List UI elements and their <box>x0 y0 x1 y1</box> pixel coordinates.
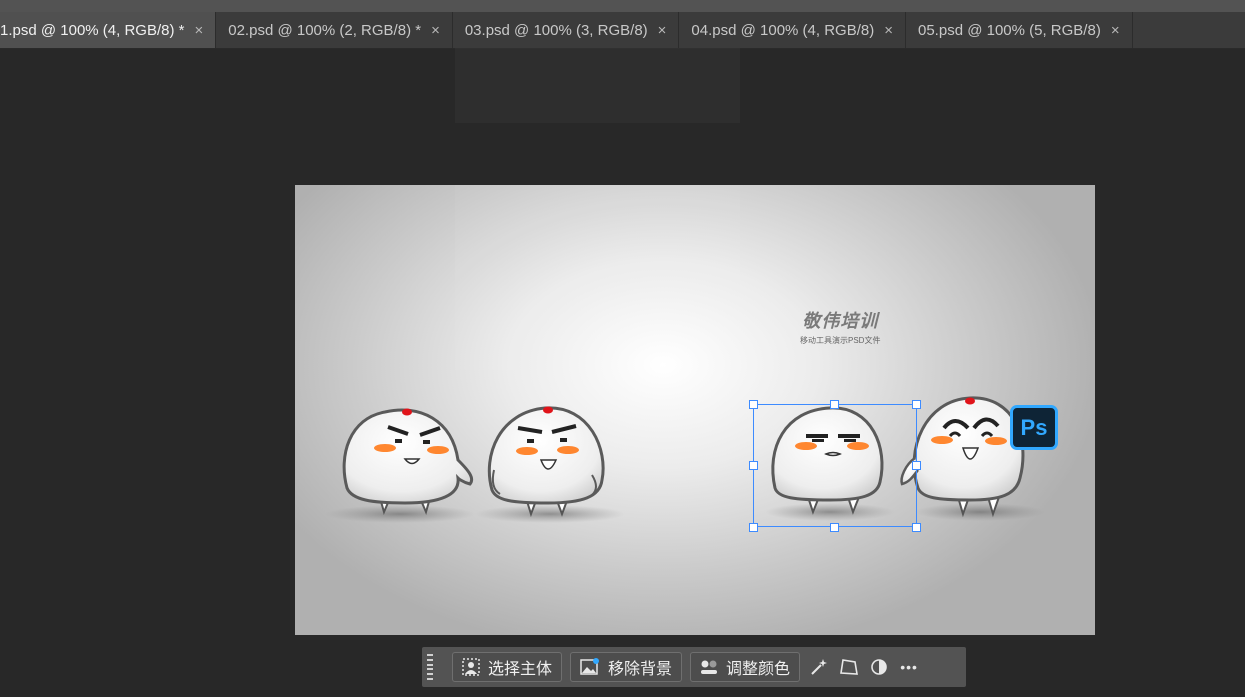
remove-background-label: 移除背景 <box>608 661 673 678</box>
character-shadow <box>325 505 475 523</box>
character-2[interactable] <box>487 406 605 518</box>
adjust-color-button[interactable]: 调整颜色 <box>690 652 801 682</box>
remove-background-button[interactable]: 移除背景 <box>570 652 683 682</box>
character-shadow <box>915 503 1045 521</box>
character-shadow <box>475 505 625 523</box>
person-select-icon <box>462 658 480 676</box>
magic-wand-icon[interactable] <box>808 656 830 678</box>
more-options-icon[interactable]: ••• <box>898 656 920 678</box>
transform-handle-bottom-right[interactable] <box>912 523 921 532</box>
transform-handle-right[interactable] <box>912 461 921 470</box>
transform-handle-left[interactable] <box>749 461 758 470</box>
drag-handle-icon[interactable] <box>426 652 434 682</box>
select-subject-label: 选择主体 <box>488 661 553 678</box>
image-icon <box>580 658 600 675</box>
transform-handle-top-right[interactable] <box>912 400 921 409</box>
contextual-task-bar: 选择主体 移除背景 调整颜色 ••• <box>422 647 966 687</box>
transform-handle-bottom-left[interactable] <box>749 523 758 532</box>
transform-handle-bottom[interactable] <box>830 523 839 532</box>
character-1[interactable] <box>342 408 474 515</box>
selection-bounding-box[interactable] <box>753 404 917 527</box>
adjust-color-label: 调整颜色 <box>726 661 791 678</box>
photoshop-logo-icon: Ps <box>1010 405 1058 450</box>
adjust-color-icon <box>701 660 718 674</box>
characters-layer <box>325 396 1045 523</box>
character-4[interactable] <box>900 396 1025 518</box>
transform-handle-top-left[interactable] <box>749 400 758 409</box>
select-subject-button[interactable]: 选择主体 <box>452 652 563 682</box>
transform-icon[interactable] <box>838 656 860 678</box>
transform-handle-top[interactable] <box>830 400 839 409</box>
contrast-icon[interactable] <box>868 656 890 678</box>
